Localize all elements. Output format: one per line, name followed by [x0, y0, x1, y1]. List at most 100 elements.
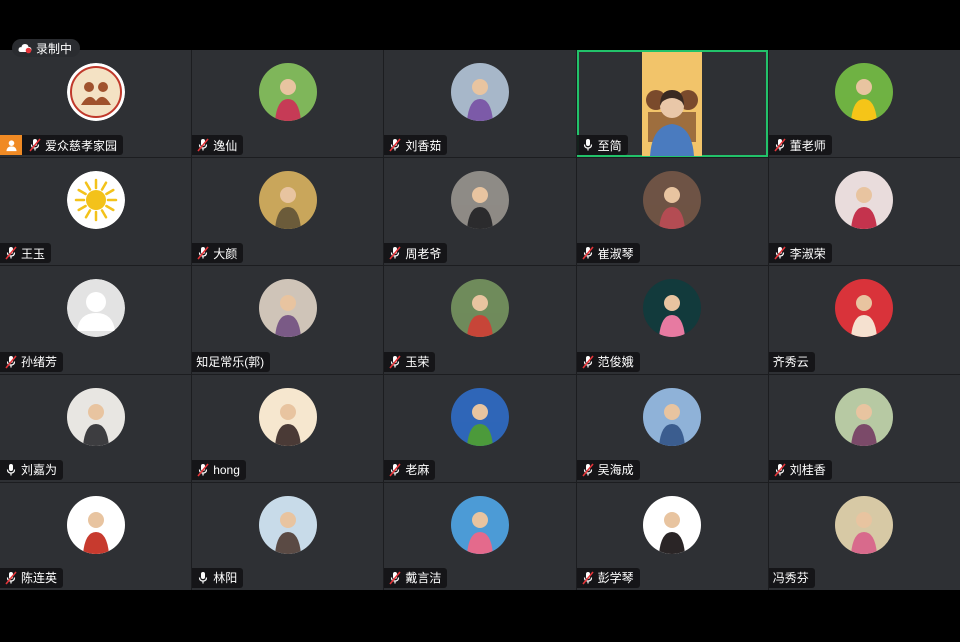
participant-name: 刘香茹 — [405, 138, 442, 153]
participant-name: hong — [213, 462, 240, 477]
mic-muted-icon — [773, 463, 787, 477]
host-person-icon — [0, 135, 22, 156]
participant-name-tag: 刘嘉为 — [0, 459, 64, 480]
participant-name-tag: 李淑荣 — [768, 243, 832, 264]
participant-tile[interactable]: 陈连英 — [0, 482, 192, 590]
mic-muted-icon — [196, 246, 210, 260]
participant-tile[interactable]: 林阳 — [192, 482, 384, 590]
recording-label: 录制中 — [36, 41, 73, 56]
participant-name: 戴言洁 — [405, 571, 442, 586]
participant-tile[interactable]: 知足常乐(郭) — [192, 266, 384, 374]
participant-avatar — [835, 63, 894, 121]
cloud-record-icon — [18, 42, 32, 54]
participant-name: 董老师 — [789, 138, 826, 153]
participant-tile[interactable]: 戴言洁 — [384, 482, 576, 590]
mic-muted-icon — [773, 138, 787, 152]
participant-avatar — [450, 387, 509, 446]
participant-name: 王玉 — [21, 246, 46, 261]
participant-name-tag: 逸仙 — [192, 135, 244, 156]
participant-name: 刘嘉为 — [21, 463, 58, 478]
participant-tile[interactable]: 刘香茹 — [384, 50, 576, 158]
participant-name-tag: 孙绪芳 — [0, 351, 64, 372]
participant-avatar — [66, 387, 125, 446]
participant-tile[interactable]: 吴海成 — [576, 374, 768, 482]
participant-tile[interactable]: 王玉 — [0, 158, 192, 266]
participant-name-tag: 知足常乐(郭) — [192, 351, 271, 372]
mic-muted-icon — [388, 571, 402, 585]
participant-name: 范俊娥 — [597, 355, 634, 370]
participant-name-tag: 范俊娥 — [576, 351, 640, 372]
participant-name-tag: 至简 — [576, 135, 628, 156]
participant-name: 老麻 — [405, 463, 430, 478]
participant-name: 玉荣 — [405, 355, 430, 370]
participant-name: 李淑荣 — [789, 246, 826, 261]
participant-avatar — [835, 495, 894, 554]
participant-tile[interactable]: 周老爷 — [384, 158, 576, 266]
participant-name-tag: 戴言洁 — [384, 567, 448, 588]
participant-name-tag: 崔淑琴 — [576, 243, 640, 264]
participant-avatar — [835, 279, 894, 338]
mic-icon — [196, 571, 210, 585]
participant-name: 周老爷 — [405, 246, 442, 261]
participant-tile[interactable]: 冯秀芬 — [768, 482, 960, 590]
participant-tile[interactable]: 至简 — [576, 50, 768, 158]
participant-name-tag: hong — [192, 459, 246, 480]
participant-name: 知足常乐(郭) — [196, 355, 265, 370]
mic-icon — [581, 138, 595, 152]
participant-tile[interactable]: 爱众慈孝家园 — [0, 50, 192, 158]
participant-tile[interactable]: 范俊娥 — [576, 266, 768, 374]
participant-name: 吴海成 — [597, 463, 634, 478]
mic-muted-icon — [388, 246, 402, 260]
participant-tile[interactable]: 逸仙 — [192, 50, 384, 158]
participant-name: 陈连英 — [21, 571, 58, 586]
participant-name: 大颜 — [213, 246, 238, 261]
participant-name: 崔淑琴 — [597, 246, 634, 261]
participant-name-tag: 老麻 — [384, 459, 436, 480]
participant-name: 至简 — [597, 138, 622, 153]
participant-name-tag: 彭学琴 — [576, 567, 640, 588]
mic-muted-icon — [388, 463, 402, 477]
participant-tile[interactable]: 老麻 — [384, 374, 576, 482]
participant-name-tag: 王玉 — [0, 243, 52, 264]
participant-avatar — [450, 63, 509, 121]
participant-avatar — [258, 495, 317, 554]
participant-tile[interactable]: 李淑荣 — [768, 158, 960, 266]
participant-tile[interactable]: 刘桂香 — [768, 374, 960, 482]
participant-name: 齐秀云 — [772, 355, 809, 370]
participant-name-tag: 陈连英 — [0, 567, 64, 588]
participant-tile[interactable]: 刘嘉为 — [0, 374, 192, 482]
participant-tile[interactable]: 大颜 — [192, 158, 384, 266]
participant-avatar — [258, 387, 317, 446]
participant-avatar — [66, 171, 125, 230]
participant-name-tag: 吴海成 — [576, 459, 640, 480]
participant-name: 逸仙 — [213, 138, 238, 153]
mic-muted-icon — [581, 571, 595, 585]
participant-tile[interactable]: 董老师 — [768, 50, 960, 158]
mic-muted-icon — [581, 246, 595, 260]
mic-muted-icon — [388, 138, 402, 152]
participant-tile[interactable]: 齐秀云 — [768, 266, 960, 374]
recording-indicator[interactable]: 录制中 — [12, 39, 81, 57]
participant-name: 彭学琴 — [597, 571, 634, 586]
participant-avatar — [258, 63, 317, 121]
participant-avatar — [643, 495, 702, 554]
video-grid: 爱众慈孝家园 逸仙 刘香茹 至简 董老师王玉 大颜 周老爷 崔淑琴 李淑荣孙绪芳 知足常乐(郭) 玉… — [0, 50, 960, 590]
participant-tile[interactable]: hong — [192, 374, 384, 482]
participant-tile[interactable]: 崔淑琴 — [576, 158, 768, 266]
participant-name-tag: 刘香茹 — [384, 135, 448, 156]
participant-avatar — [450, 279, 509, 338]
participant-name: 孙绪芳 — [21, 355, 58, 370]
mic-icon — [4, 463, 18, 477]
participant-tile[interactable]: 彭学琴 — [576, 482, 768, 590]
mic-muted-icon — [4, 355, 18, 369]
mic-muted-icon — [28, 138, 42, 152]
participant-tile[interactable]: 玉荣 — [384, 266, 576, 374]
participant-avatar — [643, 279, 702, 338]
participant-tile[interactable]: 孙绪芳 — [0, 266, 192, 374]
participant-name-tag: 大颜 — [192, 243, 244, 264]
participant-avatar — [258, 171, 317, 230]
participant-name: 冯秀芬 — [772, 571, 809, 586]
participant-name-tag: 冯秀芬 — [768, 567, 815, 588]
participant-name-tag: 玉荣 — [384, 351, 436, 372]
mic-muted-icon — [581, 463, 595, 477]
